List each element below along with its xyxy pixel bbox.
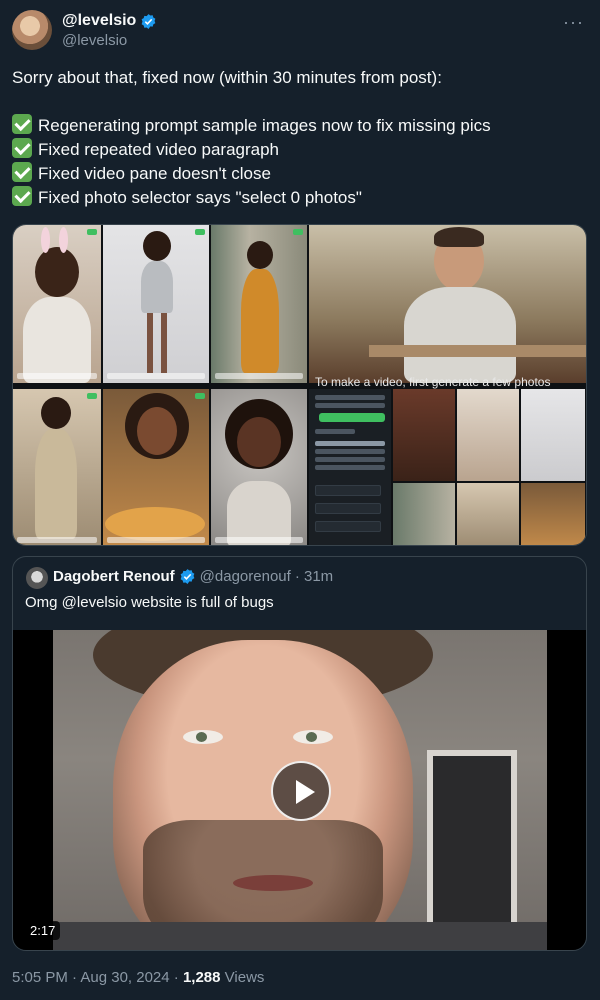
- photo-bunny-ears: [13, 225, 101, 383]
- tweet-item: Fixed video pane doesn't close: [12, 162, 588, 186]
- quoted-author-name[interactable]: Dagobert Renouf: [53, 568, 175, 585]
- tweet-image[interactable]: To make a video, first generate a few ph…: [12, 224, 587, 546]
- views-label: Views: [220, 969, 265, 986]
- app-ui-screenshot: [309, 389, 391, 545]
- quoted-tweet-text: Omg @levelsio website is full of bugs: [25, 594, 274, 611]
- tweet-intro: Sorry about that, fixed now (within 30 m…: [12, 68, 442, 87]
- photo-silver-dress: [103, 225, 209, 383]
- quoted-author-handle[interactable]: @dagorenouf: [200, 568, 291, 585]
- media-overlay-text: To make a video, first generate a few ph…: [315, 375, 551, 389]
- checkmark-icon: [12, 162, 32, 182]
- tweet-item: Fixed repeated video paragraph: [12, 138, 588, 162]
- author-display-name[interactable]: @levelsio: [62, 12, 136, 30]
- quoted-tweet-time[interactable]: · 31m: [295, 568, 333, 585]
- photo-supermarket: [211, 225, 307, 383]
- tweet-meta: 5:05 PM · Aug 30, 2024 · 1,288 Views: [12, 969, 264, 986]
- author-handle[interactable]: @levelsio: [62, 32, 127, 49]
- video-duration: 2:17: [25, 921, 61, 940]
- tweet-item: Regenerating prompt sample images now to…: [12, 114, 588, 138]
- quoted-tweet[interactable]: Dagobert Renouf @dagorenouf · 31m Omg @l…: [12, 556, 587, 951]
- tweet-header: @levelsio @levelsio ···: [12, 10, 588, 54]
- checkmark-icon: [12, 138, 32, 158]
- tweet-item: Fixed photo selector says "select 0 phot…: [12, 186, 588, 210]
- photo-thumbnail-grid: [393, 389, 586, 545]
- photo-pizza: [103, 389, 209, 545]
- play-button[interactable]: [271, 761, 331, 821]
- verified-badge-icon: [180, 569, 195, 584]
- tweet-text: Sorry about that, fixed now (within 30 m…: [12, 66, 588, 210]
- photo-diner-man: [309, 225, 586, 383]
- views-count: 1,288: [182, 969, 221, 986]
- quoted-author-row: Dagobert Renouf @dagorenouf · 31m: [53, 568, 333, 585]
- tweet-timestamp[interactable]: 5:05 PM · Aug 30, 2024 ·: [12, 969, 183, 986]
- video-player[interactable]: 2:17: [13, 630, 586, 950]
- verified-badge-icon: [141, 13, 156, 29]
- author-avatar[interactable]: [12, 10, 52, 50]
- photo-flowers-portrait: [211, 389, 307, 545]
- photo-mall-walk: [13, 389, 101, 545]
- author-name-row: @levelsio: [62, 12, 157, 30]
- more-options-icon[interactable]: ···: [563, 12, 584, 33]
- checkmark-icon: [12, 114, 32, 134]
- quoted-author-avatar[interactable]: [26, 567, 48, 589]
- checkmark-icon: [12, 186, 32, 206]
